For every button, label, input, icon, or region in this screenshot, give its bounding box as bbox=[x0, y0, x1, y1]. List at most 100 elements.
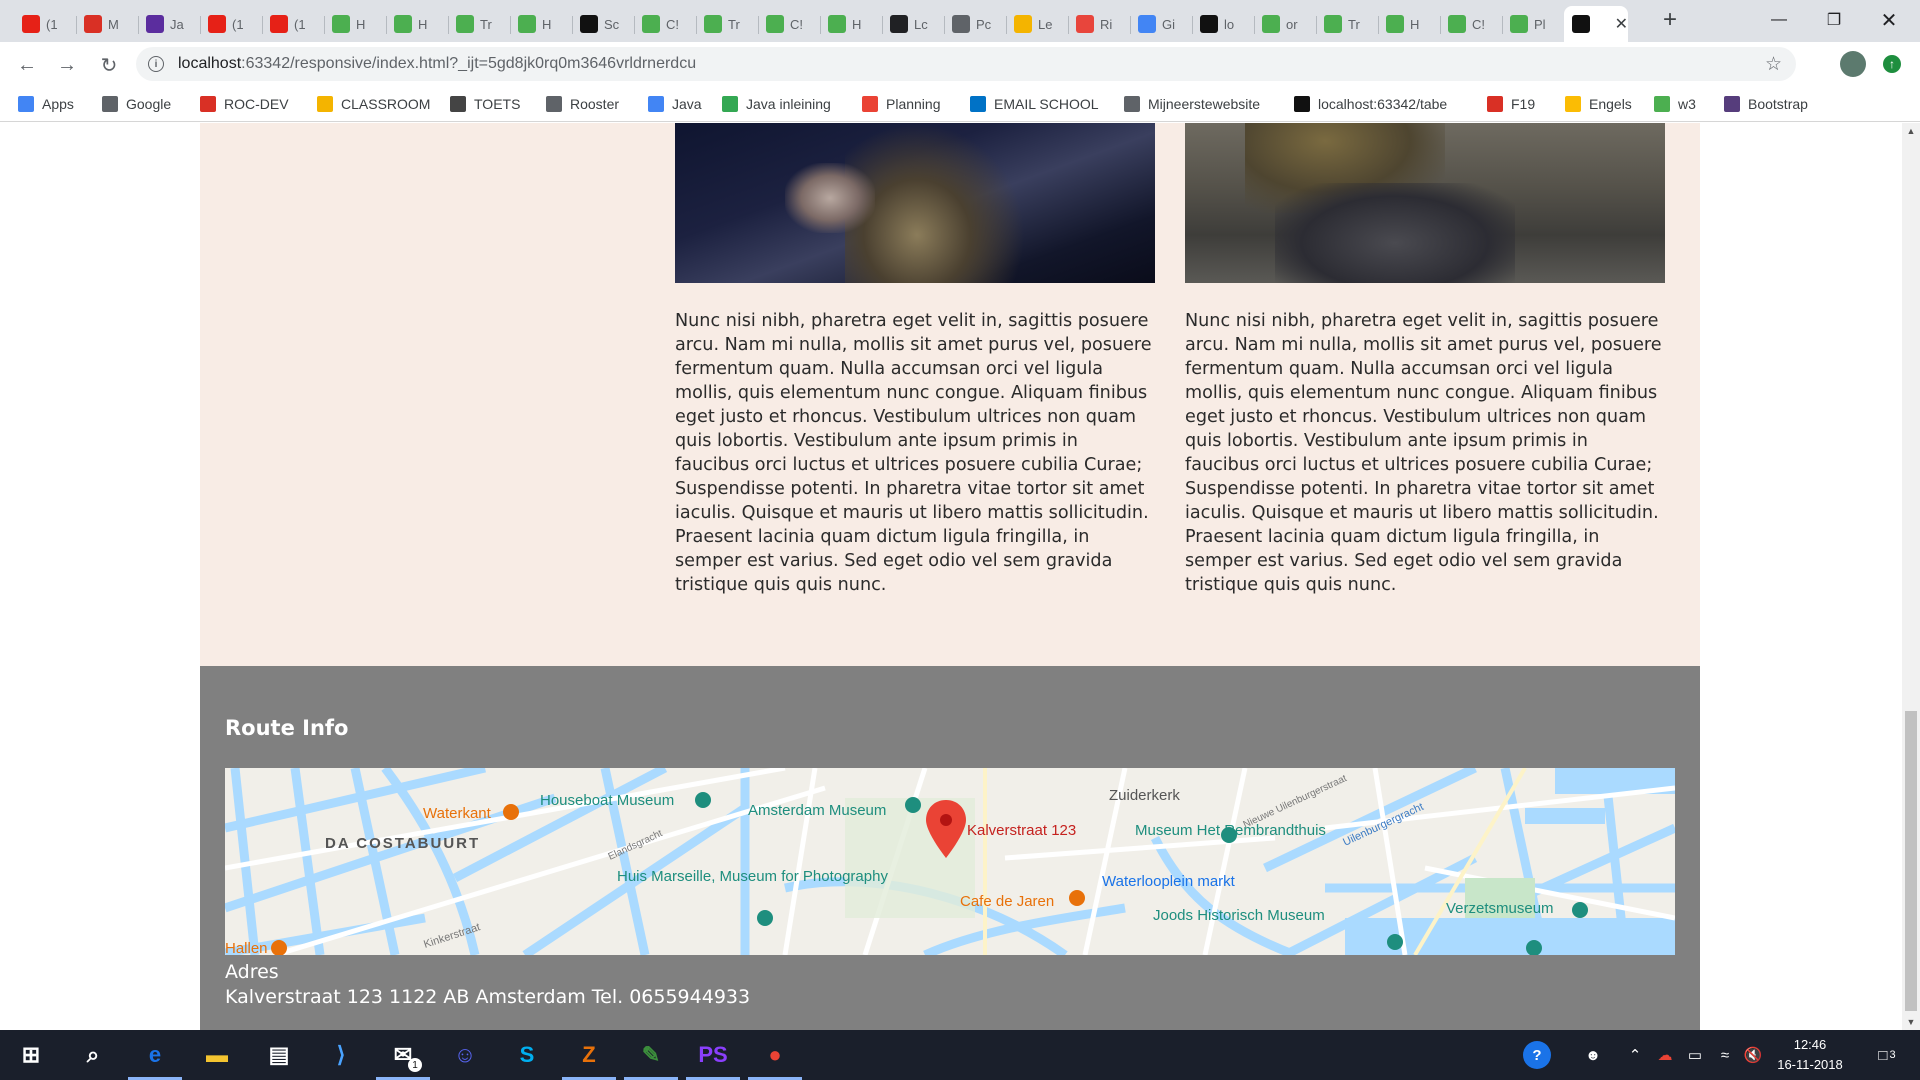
profile-avatar[interactable] bbox=[1840, 51, 1866, 77]
chrome-icon[interactable]: ● bbox=[744, 1030, 806, 1080]
browser-tab[interactable]: Tr bbox=[1316, 6, 1378, 42]
browser-tab[interactable]: H bbox=[1378, 6, 1440, 42]
browser-tab[interactable]: M bbox=[76, 6, 138, 42]
tab-title: Tr bbox=[480, 16, 492, 32]
visual-studio-code-icon[interactable]: ⟩ bbox=[310, 1030, 372, 1080]
new-tab-button[interactable]: + bbox=[1656, 6, 1684, 34]
bookmark-item[interactable]: EMAIL SCHOOL bbox=[970, 93, 1099, 115]
browser-tab[interactable]: Lc bbox=[882, 6, 944, 42]
browser-tab[interactable]: Sc bbox=[572, 6, 634, 42]
bookmark-item[interactable]: localhost:63342/tabe bbox=[1294, 93, 1447, 115]
bookmark-item[interactable]: CLASSROOM bbox=[317, 93, 430, 115]
search-icon[interactable]: ⌕ bbox=[62, 1030, 124, 1080]
discord-icon[interactable]: ☺ bbox=[434, 1030, 496, 1080]
start-icon[interactable]: ⊞ bbox=[0, 1030, 62, 1080]
people-icon[interactable]: ☻ bbox=[1573, 1030, 1613, 1080]
bookmark-item[interactable]: Bootstrap bbox=[1724, 93, 1808, 115]
address-bar[interactable]: i localhost:63342/responsive/index.html?… bbox=[136, 47, 1796, 81]
bookmark-item[interactable]: w3 bbox=[1654, 93, 1696, 115]
action-center-icon[interactable]: □ 3 bbox=[1862, 1030, 1912, 1080]
browser-tab[interactable]: Ja bbox=[138, 6, 200, 42]
page-scrollbar[interactable]: ▲ ▼ bbox=[1902, 123, 1920, 1030]
gmail-icon bbox=[200, 96, 216, 112]
system-clock[interactable]: 12:46 16-11-2018 bbox=[1765, 1035, 1855, 1075]
bookmark-item[interactable]: Planning bbox=[862, 93, 941, 115]
mail-icon[interactable]: ✉ 1 bbox=[372, 1030, 434, 1080]
google-map[interactable]: Kalverstraat 123 DA COSTABUURT Houseboat… bbox=[225, 768, 1675, 955]
tab-title: (1 bbox=[294, 16, 306, 32]
phpstorm-icon[interactable]: PS bbox=[682, 1030, 744, 1080]
close-window-button[interactable]: ✕ bbox=[1858, 0, 1920, 40]
browser-tab[interactable]: Tr bbox=[448, 6, 510, 42]
bookmark-item[interactable]: Java inleining bbox=[722, 93, 831, 115]
scroll-down-icon[interactable]: ▼ bbox=[1902, 1014, 1920, 1030]
browser-tab[interactable]: H bbox=[820, 6, 882, 42]
browser-tab[interactable]: ✕ bbox=[1564, 6, 1628, 42]
store-icon[interactable]: ▤ bbox=[248, 1030, 310, 1080]
notepad-plus-icon[interactable]: ✎ bbox=[620, 1030, 682, 1080]
browser-tab[interactable]: H bbox=[386, 6, 448, 42]
browser-tab[interactable]: (1 bbox=[262, 6, 324, 42]
browser-tab[interactable]: Pc bbox=[944, 6, 1006, 42]
browser-tab[interactable]: or bbox=[1254, 6, 1316, 42]
bookmark-label: Planning bbox=[886, 96, 941, 112]
bookmark-item[interactable]: Google bbox=[102, 93, 171, 115]
filezilla-icon[interactable]: Z bbox=[558, 1030, 620, 1080]
bookmark-item[interactable]: Rooster bbox=[546, 93, 619, 115]
browser-tab[interactable]: C! bbox=[1440, 6, 1502, 42]
w3schools-icon bbox=[828, 15, 846, 33]
tab-title: lo bbox=[1224, 16, 1235, 32]
wifi-icon[interactable]: ≈ bbox=[1710, 1030, 1740, 1080]
map-place-label: Verzetsmuseum bbox=[1446, 900, 1554, 917]
browser-tab[interactable]: Gi bbox=[1130, 6, 1192, 42]
help-icon[interactable]: ? bbox=[1517, 1030, 1557, 1080]
site-info-icon[interactable]: i bbox=[148, 56, 164, 72]
browser-tab[interactable]: lo bbox=[1192, 6, 1254, 42]
bookmark-item[interactable]: Java bbox=[648, 93, 702, 115]
browser-tab[interactable]: (1 bbox=[200, 6, 262, 42]
bookmark-item[interactable]: F19 bbox=[1487, 93, 1535, 115]
browser-tab[interactable]: (1 bbox=[14, 6, 76, 42]
file-explorer-icon[interactable]: ▬ bbox=[186, 1030, 248, 1080]
battery-icon[interactable]: ▭ bbox=[1680, 1030, 1710, 1080]
browser-tab[interactable]: C! bbox=[634, 6, 696, 42]
letter-l-icon bbox=[890, 15, 908, 33]
minimize-button[interactable]: — bbox=[1748, 0, 1810, 40]
tab-title: H bbox=[356, 16, 366, 32]
scroll-up-icon[interactable]: ▲ bbox=[1902, 123, 1920, 139]
scrollbar-thumb[interactable] bbox=[1905, 711, 1917, 1011]
skype-icon[interactable]: S bbox=[496, 1030, 558, 1080]
edge-icon[interactable]: e bbox=[124, 1030, 186, 1080]
map-canvas[interactable]: Kalverstraat 123 DA COSTABUURT Houseboat… bbox=[225, 768, 1675, 955]
onedrive-icon[interactable]: ☁ bbox=[1650, 1030, 1680, 1080]
bookmark-item[interactable]: Apps bbox=[18, 93, 74, 115]
url-text[interactable]: localhost:63342/responsive/index.html?_i… bbox=[178, 55, 696, 73]
bookmark-item[interactable]: Mijneerstewebsite bbox=[1124, 93, 1260, 115]
browser-tab[interactable]: Tr bbox=[696, 6, 758, 42]
browser-toolbar: ← → ↻ i localhost:63342/responsive/index… bbox=[0, 42, 1920, 87]
browser-tab[interactable]: C! bbox=[758, 6, 820, 42]
tray-expand-icon[interactable]: ⌃ bbox=[1620, 1030, 1650, 1080]
map-place-label: Waterkant bbox=[423, 805, 492, 822]
bookmark-item[interactable]: TOETS bbox=[450, 93, 520, 115]
file-explorer-icon-glyph: ▬ bbox=[206, 1042, 228, 1067]
outlook-icon bbox=[970, 96, 986, 112]
maximize-button[interactable]: ❐ bbox=[1803, 0, 1865, 40]
bookmark-star-icon[interactable]: ☆ bbox=[1765, 53, 1782, 76]
back-button[interactable]: ← bbox=[12, 50, 42, 80]
browser-tab[interactable]: H bbox=[510, 6, 572, 42]
forward-button[interactable]: → bbox=[52, 50, 82, 80]
browser-tab[interactable]: H bbox=[324, 6, 386, 42]
browser-tab[interactable]: Le bbox=[1006, 6, 1068, 42]
close-tab-icon[interactable]: ✕ bbox=[1615, 14, 1628, 34]
update-arrow-icon[interactable]: ↑ bbox=[1883, 55, 1901, 73]
reload-button[interactable]: ↻ bbox=[94, 50, 124, 80]
bookmark-label: EMAIL SCHOOL bbox=[994, 96, 1099, 112]
browser-tab[interactable]: Ri bbox=[1068, 6, 1130, 42]
volume-muted-icon[interactable]: 🔇 bbox=[1738, 1030, 1768, 1080]
bookmark-item[interactable]: ROC-DEV bbox=[200, 93, 289, 115]
bookmark-item[interactable]: Engels bbox=[1565, 93, 1632, 115]
apps-grid-icon bbox=[18, 96, 34, 112]
browser-tab[interactable]: Pl bbox=[1502, 6, 1564, 42]
bookmark-label: Java inleining bbox=[746, 96, 831, 112]
